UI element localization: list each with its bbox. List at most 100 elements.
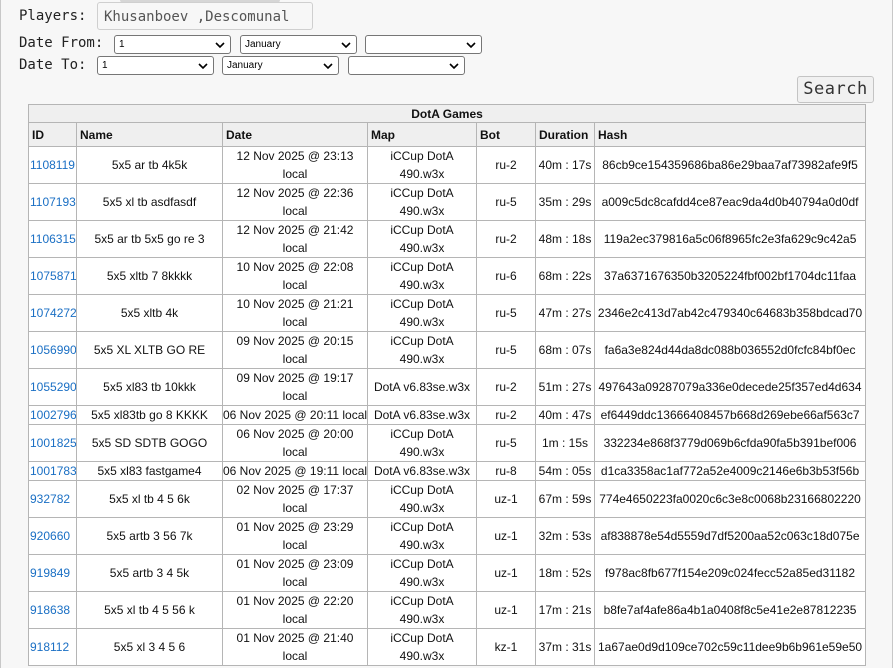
game-map-file: 490.w3x	[399, 204, 445, 218]
game-date: 01 Nov 2025 @ 22:20	[236, 594, 354, 608]
game-duration-cell: 68m : 22s	[535, 257, 595, 295]
game-hash-cell: 86cb9ce154359686ba86e29baa7af73982afe9f5	[593, 146, 867, 184]
table-row: 1056990 5x5 XL XLTB GO RE 09 Nov 2025 @ 20…	[28, 331, 867, 369]
game-id-link[interactable]: 918112	[30, 640, 69, 654]
game-map-cell: DotA v6.83se.w3x	[367, 368, 477, 406]
game-duration: 48m : 18s	[538, 232, 592, 246]
game-hash: 119a2ec379816a5c06f8965fc2e3fa629c9c42a5	[603, 232, 857, 246]
players-input[interactable]: Khusanboev ,Descomunal	[97, 2, 313, 30]
game-date-zone: local	[282, 612, 308, 626]
game-date: 12 Nov 2025 @ 22:36	[236, 186, 354, 200]
table-row: 1074272 5x5 xltb 4k 10 Nov 2025 @ 21:21 loc…	[28, 294, 867, 332]
game-name: 5x5 xl83tb go 8 KKKK	[91, 408, 208, 422]
game-bot-cell: kz-1	[476, 628, 536, 666]
game-map-cell: iCCup DotA 490.w3x	[367, 331, 477, 369]
game-map-file: 490.w3x	[399, 278, 445, 292]
game-hash-cell: ef6449ddc13666408457b668d269ebe66af563c7	[593, 405, 867, 425]
table-row: 1107193 5x5 xl tb asdfasdf 12 Nov 2025 @ 2…	[28, 183, 867, 221]
game-bot-cell: ru-5	[476, 183, 536, 221]
game-date: 01 Nov 2025 @ 23:29	[236, 520, 354, 534]
game-name-cell: 5x5 ar tb 5x5 go re 3	[76, 220, 223, 258]
game-name: 5x5 ar tb 5x5 go re 3	[94, 232, 205, 246]
game-map: iCCup DotA	[390, 483, 454, 497]
game-date-cell: 01 Nov 2025 @ 22:20 local	[222, 591, 368, 629]
date-from-label: Date From:	[19, 35, 104, 51]
game-id-link[interactable]: 1074272	[30, 306, 76, 320]
game-id-link[interactable]: 1108119	[30, 158, 75, 172]
game-duration-cell: 40m : 47s	[535, 405, 595, 425]
game-date-zone: local	[282, 538, 308, 552]
game-hash: 332234e868f3779d069b6cfda90fa5b391bef006	[603, 436, 857, 450]
game-id-link[interactable]: 1001825	[30, 436, 76, 450]
game-id-link[interactable]: 1107193	[30, 195, 76, 209]
game-id-link[interactable]: 1002796	[30, 408, 76, 422]
game-name: 5x5 SD SDTB GOGO	[91, 436, 208, 450]
game-date: 06 Nov 2025 @ 19:11 local	[223, 464, 368, 478]
game-duration-cell: 32m : 53s	[535, 517, 595, 555]
game-hash-cell: d1ca3358ac1af772a52e4009c2146e6b3b53f56b	[593, 461, 867, 481]
game-bot-cell: ru-2	[476, 368, 536, 406]
game-date-zone: local	[282, 241, 308, 255]
table-row: 1001825 5x5 SD SDTB GOGO 06 Nov 2025 @ 20:…	[28, 424, 867, 462]
game-id-link[interactable]: 1001783	[30, 464, 76, 478]
date-from-day-select[interactable]: 1	[114, 35, 231, 54]
table-row: 1002796 5x5 xl83tb go 8 KKKK 06 Nov 2025 @…	[28, 405, 867, 425]
game-map-cell: iCCup DotA 490.w3x	[367, 517, 477, 555]
chevron-down-icon	[322, 60, 334, 72]
game-hash: d1ca3358ac1af772a52e4009c2146e6b3b53f56b	[600, 464, 860, 478]
game-map-file: 490.w3x	[399, 501, 445, 515]
game-map-cell: iCCup DotA 490.w3x	[367, 591, 477, 629]
game-id-link[interactable]: 1106315	[30, 232, 76, 246]
game-date-cell: 09 Nov 2025 @ 19:17 local	[222, 368, 368, 406]
date-to-month-select[interactable]: January	[222, 56, 339, 75]
game-id-link[interactable]: 919849	[30, 566, 70, 580]
date-to-year-select[interactable]	[348, 56, 465, 75]
date-to-day-select[interactable]: 1	[97, 56, 214, 75]
game-duration-cell: 54m : 05s	[535, 461, 595, 481]
game-id-cell: 1075871	[28, 257, 77, 295]
date-from-month-select[interactable]: January	[240, 35, 357, 54]
game-id-link[interactable]: 1075871	[30, 269, 76, 283]
game-date: 12 Nov 2025 @ 23:13	[236, 149, 354, 163]
game-bot-cell: uz-1	[476, 591, 536, 629]
game-id-link[interactable]: 1055290	[30, 380, 76, 394]
game-bot-cell: ru-8	[476, 461, 536, 481]
game-bot: ru-5	[495, 343, 517, 357]
game-name-cell: 5x5 xltb 4k	[76, 294, 223, 332]
date-from-year-select[interactable]	[365, 35, 482, 54]
game-bot: ru-2	[495, 158, 517, 172]
game-date: 12 Nov 2025 @ 21:42	[236, 223, 354, 237]
game-duration: 54m : 05s	[538, 464, 592, 478]
game-map: iCCup DotA	[390, 631, 454, 645]
game-id-link[interactable]: 1056990	[30, 343, 76, 357]
game-hash: 86cb9ce154359686ba86e29baa7af73982afe9f5	[602, 158, 858, 172]
game-id-cell: 1001783	[28, 461, 77, 481]
game-duration: 68m : 07s	[538, 343, 592, 357]
game-id-cell: 1107193	[28, 183, 77, 221]
game-hash: af838878e54d5559d7df5200aa52c063c18d075e	[600, 529, 860, 543]
game-id-link[interactable]: 920660	[30, 529, 70, 543]
game-name-cell: 5x5 xltb 7 8kkkk	[76, 257, 223, 295]
game-map-cell: iCCup DotA 490.w3x	[367, 183, 477, 221]
game-name: 5x5 ar tb 4k5k	[111, 158, 188, 172]
game-map-cell: DotA v6.83se.w3x	[367, 461, 477, 481]
game-date: 02 Nov 2025 @ 17:37	[236, 483, 354, 497]
game-id-cell: 1055290	[28, 368, 77, 406]
page-border-left	[0, 0, 1, 668]
dota-games-table: DotA Games ID Name Date Map Bot Duration Hash …	[27, 104, 867, 666]
game-hash: fa6a3e824d44da8dc088b036552d0fcfc84bf0ec	[604, 343, 856, 357]
game-date-cell: 01 Nov 2025 @ 23:29 local	[222, 517, 368, 555]
date-from-month-value: January	[245, 39, 281, 50]
game-name: 5x5 XL XLTB GO RE	[93, 343, 206, 357]
date-to-day-value: 1	[102, 60, 108, 71]
game-id-link[interactable]: 932782	[30, 492, 70, 506]
game-id-link[interactable]: 918638	[30, 603, 70, 617]
game-duration: 47m : 27s	[538, 306, 592, 320]
game-name-cell: 5x5 xl83tb go 8 KKKK	[76, 405, 223, 425]
table-row: 918638 5x5 xl tb 4 5 56 k 01 Nov 2025 @ 22…	[28, 591, 867, 629]
game-duration-cell: 17m : 21s	[535, 591, 595, 629]
game-date: 06 Nov 2025 @ 20:11 local	[223, 408, 368, 422]
search-button[interactable]: Search	[797, 76, 874, 103]
game-bot-cell: uz-1	[476, 480, 536, 518]
game-name-cell: 5x5 xl tb asdfasdf	[76, 183, 223, 221]
